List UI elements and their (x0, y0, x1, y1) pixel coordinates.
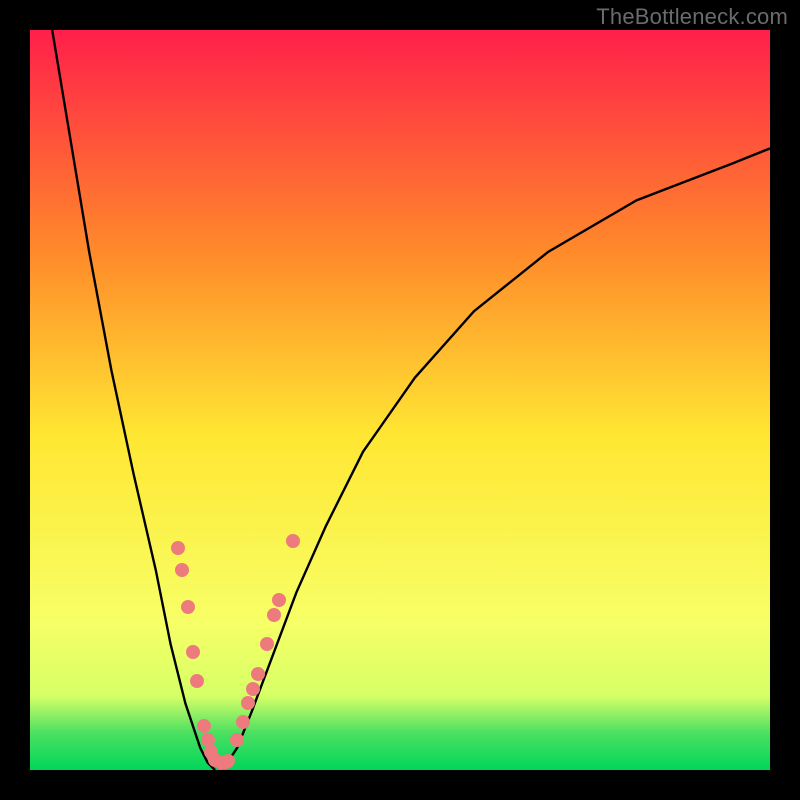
scatter-dot (251, 667, 265, 681)
scatter-dot (181, 600, 195, 614)
plot-area (30, 30, 770, 770)
scatter-dot (186, 645, 200, 659)
scatter-dot (246, 682, 260, 696)
scatter-dot (286, 534, 300, 548)
scatter-dot (236, 715, 250, 729)
scatter-dot (197, 719, 211, 733)
watermark-text: TheBottleneck.com (596, 4, 788, 30)
scatter-dot (171, 541, 185, 555)
scatter-dot (260, 637, 274, 651)
scatter-dot (267, 608, 281, 622)
scatter-dot (175, 563, 189, 577)
chart-frame: TheBottleneck.com (0, 0, 800, 800)
bottleneck-curve (30, 30, 770, 770)
scatter-dot (272, 593, 286, 607)
